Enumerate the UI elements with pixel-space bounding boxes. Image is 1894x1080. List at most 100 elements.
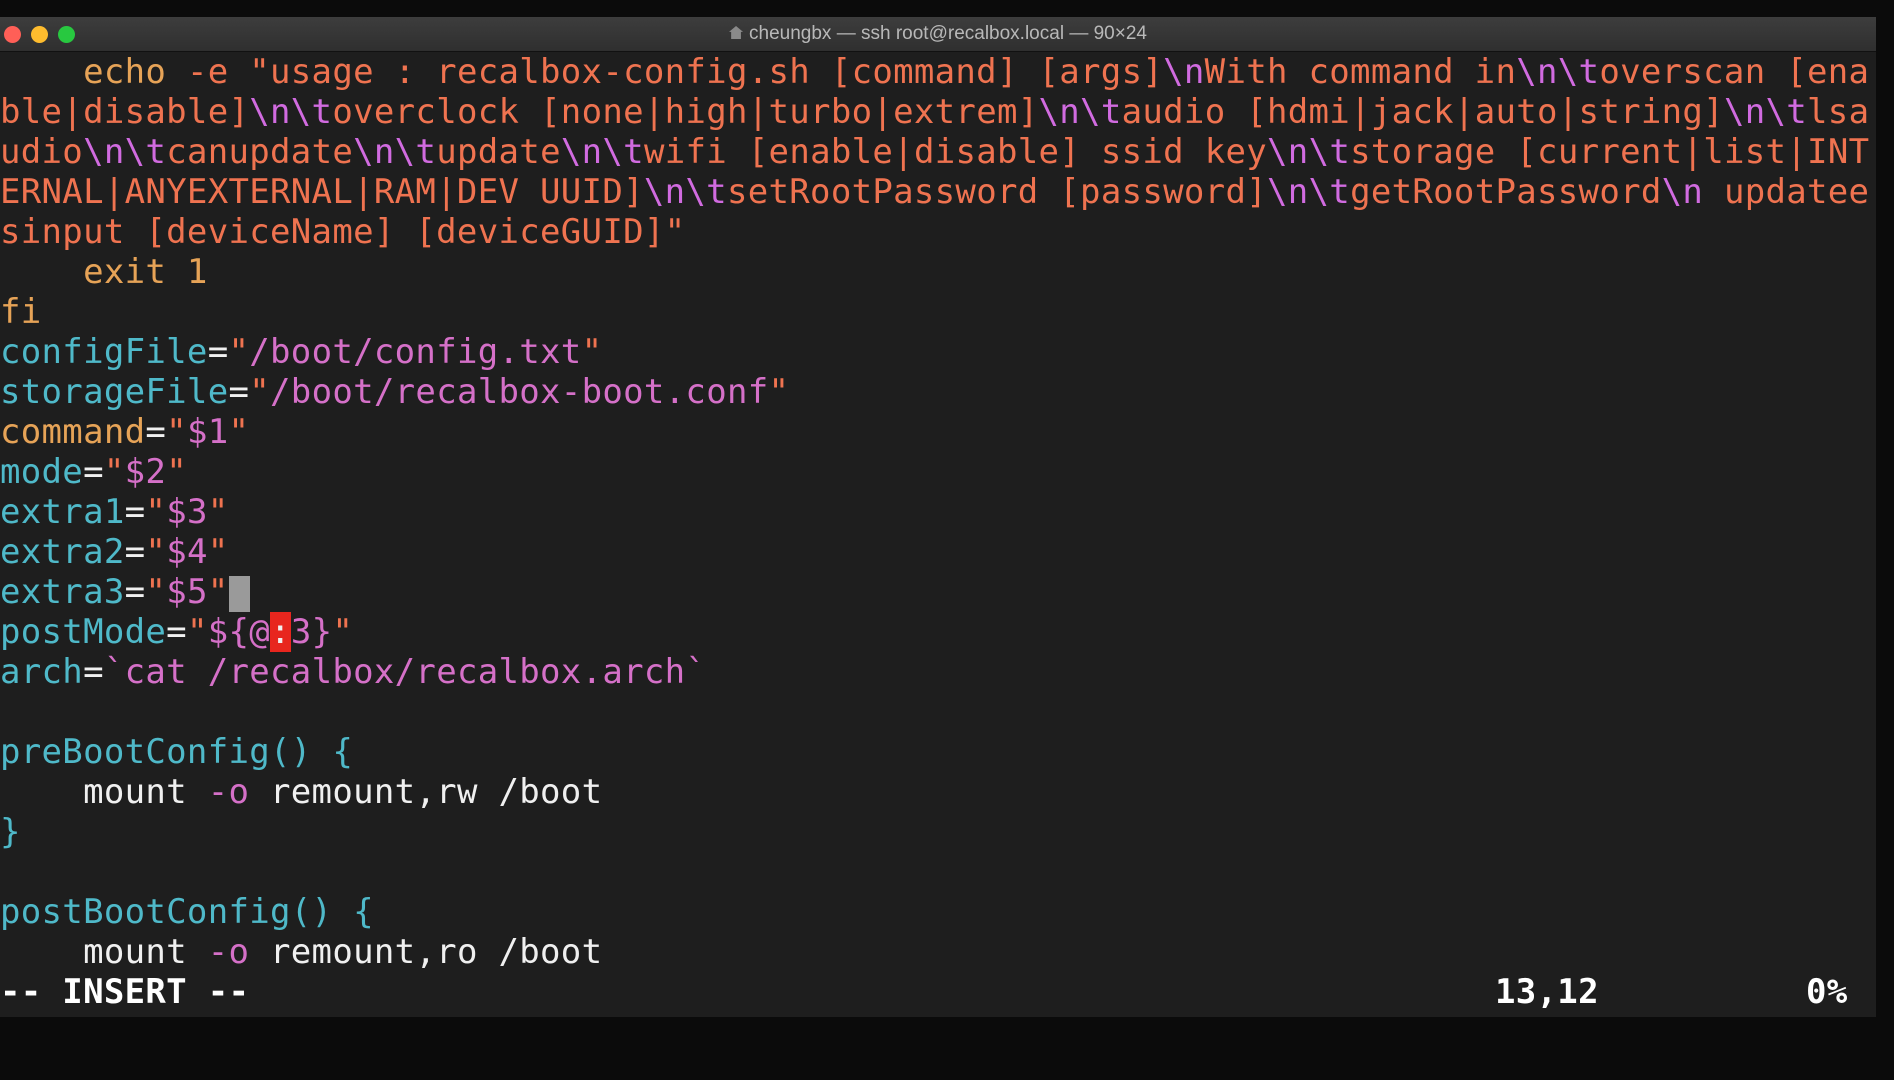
code-token: postMode bbox=[0, 612, 167, 652]
code-token: 3} bbox=[290, 612, 333, 652]
code-line: } bbox=[0, 812, 1876, 852]
code-token: " bbox=[332, 612, 354, 652]
code-token: \n\t bbox=[560, 132, 644, 172]
vim-mode: -- INSERT -- bbox=[0, 972, 250, 1012]
code-token: " bbox=[145, 532, 167, 572]
code-token: $3 bbox=[166, 492, 208, 532]
title-bar: cheungbx — ssh root@recalbox.local — 90×… bbox=[0, 17, 1876, 52]
terminal-window: cheungbx — ssh root@recalbox.local — 90×… bbox=[0, 17, 1876, 1017]
code-token: \n\t bbox=[1266, 172, 1351, 212]
code-token: " bbox=[228, 332, 250, 372]
window-title: cheungbx — ssh root@recalbox.local — 90×… bbox=[749, 23, 1147, 44]
code-token: = bbox=[207, 332, 229, 372]
code-token: = bbox=[124, 532, 146, 572]
code-token: " bbox=[166, 452, 187, 492]
code-line: mount -o remount,rw /boot bbox=[0, 772, 1876, 812]
code-token: -o bbox=[207, 932, 250, 972]
code-token: extra3 bbox=[0, 572, 125, 612]
code-token: /boot/recalbox-boot.conf bbox=[270, 372, 769, 412]
code-token: lsa bbox=[1807, 92, 1870, 132]
vim-status-line: -- INSERT -- 13,12 0% bbox=[0, 972, 1876, 1012]
code-token: \n\t bbox=[643, 172, 727, 212]
code-line: arch=`cat /recalbox/recalbox.arch` bbox=[0, 652, 1876, 692]
code-line: extra3="$5" bbox=[0, 572, 1876, 612]
code-token: " bbox=[207, 572, 229, 612]
window-title-wrap: cheungbx — ssh root@recalbox.local — 90×… bbox=[0, 23, 1876, 45]
code-line: mode="$2" bbox=[0, 452, 1876, 492]
code-token: " bbox=[186, 612, 208, 652]
code-token: \n\t bbox=[83, 132, 167, 172]
code-token: $2 bbox=[124, 452, 167, 492]
code-token: \n bbox=[1661, 172, 1704, 212]
code-line: exit 1 bbox=[0, 252, 1876, 292]
code-token: \n\t bbox=[1516, 52, 1600, 92]
code-token: -o bbox=[207, 772, 250, 812]
code-token: \n\t bbox=[249, 92, 333, 132]
code-token: mount bbox=[0, 932, 208, 972]
code-token: \n\t bbox=[1723, 92, 1808, 132]
code-line: fi bbox=[0, 292, 1876, 332]
code-token: storage [current|list|INT bbox=[1350, 132, 1870, 172]
code-line: command="$1" bbox=[0, 412, 1876, 452]
code-token: updatee bbox=[1703, 172, 1870, 212]
code-token: " bbox=[768, 372, 790, 412]
code-token: remount,ro /boot bbox=[249, 932, 603, 972]
code-token: extra1 bbox=[0, 492, 125, 532]
code-line: mount -o remount,ro /boot bbox=[0, 932, 1876, 972]
vim-buffer[interactable]: echo -e "usage : recalbox-config.sh [com… bbox=[0, 52, 1876, 972]
code-token: wifi [enable|disable] ssid key bbox=[643, 132, 1268, 172]
code-line: ERNAL|ANYEXTERNAL|RAM|DEV UUID]\n\tsetRo… bbox=[0, 172, 1876, 212]
code-token: " bbox=[581, 332, 603, 372]
code-token: " bbox=[145, 572, 167, 612]
code-line: postMode="${@:3}" bbox=[0, 612, 1876, 652]
code-token: mount bbox=[0, 772, 208, 812]
code-token: overclock [none|high|turbo|extrem] bbox=[332, 92, 1039, 132]
code-token: \n\t bbox=[1267, 132, 1351, 172]
code-token: ble|disable] bbox=[0, 92, 250, 132]
code-token: preBootConfig() { bbox=[0, 732, 354, 772]
code-token: setRootPassword [password] bbox=[726, 172, 1267, 212]
code-line: postBootConfig() { bbox=[0, 892, 1876, 932]
home-icon bbox=[729, 26, 744, 39]
cursor-position: 13,12 bbox=[1495, 972, 1599, 1012]
code-token: } bbox=[0, 812, 21, 852]
code-line: sinput [deviceName] [deviceGUID]" bbox=[0, 212, 1876, 252]
code-token: overscan [ena bbox=[1599, 52, 1870, 92]
code-token: = bbox=[83, 452, 104, 492]
code-token: storageFile bbox=[0, 372, 229, 412]
code-token: postBootConfig() { bbox=[0, 892, 374, 932]
code-token: canupdate bbox=[166, 132, 354, 172]
code-line: ble|disable]\n\toverclock [none|high|tur… bbox=[0, 92, 1876, 132]
code-token: udio bbox=[0, 132, 84, 172]
code-token: = bbox=[124, 572, 146, 612]
code-line: echo -e "usage : recalbox-config.sh [com… bbox=[0, 52, 1876, 92]
code-token: exit 1 bbox=[0, 252, 208, 292]
code-token: getRootPassword bbox=[1350, 172, 1662, 212]
code-token: sinput [deviceName] [deviceGUID]" bbox=[0, 212, 686, 252]
code-token: " bbox=[228, 412, 250, 452]
code-token: command bbox=[0, 412, 146, 452]
code-line: udio\n\tcanupdate\n\tupdate\n\twifi [ena… bbox=[0, 132, 1876, 172]
code-token: `cat /recalbox/recalbox.arch` bbox=[103, 652, 707, 692]
code-token: -e "usage : recalbox-config.sh [command]… bbox=[186, 52, 1164, 92]
scroll-percent: 0% bbox=[1806, 972, 1848, 1012]
terminal-content[interactable]: echo -e "usage : recalbox-config.sh [com… bbox=[0, 52, 1876, 1012]
code-token: ${@ bbox=[207, 612, 271, 652]
code-token: remount,rw /boot bbox=[249, 772, 603, 812]
code-token: " bbox=[103, 452, 125, 492]
code-token: With command in bbox=[1204, 52, 1517, 92]
code-token: " bbox=[166, 412, 187, 452]
code-token: " bbox=[145, 492, 167, 532]
code-token: echo bbox=[0, 52, 187, 92]
code-line: configFile="/boot/config.txt" bbox=[0, 332, 1876, 372]
code-token: $1 bbox=[186, 412, 229, 452]
code-token: = bbox=[145, 412, 167, 452]
code-token: \n\t bbox=[1038, 92, 1122, 132]
code-token: = bbox=[124, 492, 146, 532]
code-token: = bbox=[83, 652, 104, 692]
code-line: storageFile="/boot/recalbox-boot.conf" bbox=[0, 372, 1876, 412]
code-token: update bbox=[436, 132, 561, 172]
code-token: \n\t bbox=[353, 132, 437, 172]
code-line: extra1="$3" bbox=[0, 492, 1876, 532]
